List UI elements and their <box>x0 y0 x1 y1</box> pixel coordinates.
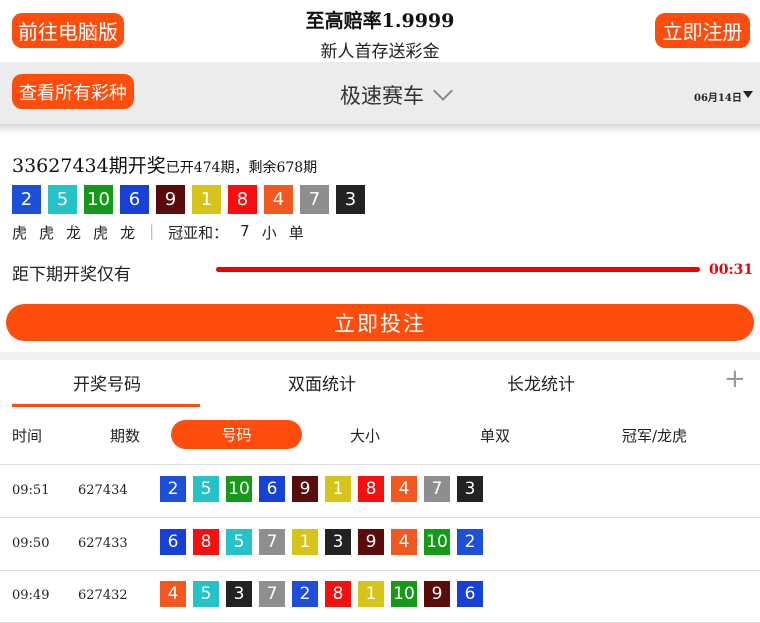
number-ball: 5 <box>226 529 252 555</box>
game-nav-bar: 查看所有彩种 极速赛车 06月14日 <box>0 62 760 125</box>
number-ball: 8 <box>325 581 351 607</box>
number-ball: 2 <box>292 581 318 607</box>
number-ball: 3 <box>325 529 351 555</box>
divider-shadow <box>0 124 760 134</box>
longhu-row: 虎 虎 龙 虎 龙 | 冠亚和： 7 小 单 <box>12 222 304 243</box>
table-row: 09:49 627432 4 5 3 7 2 8 1 10 9 6 <box>0 570 760 623</box>
current-numbers: 2 5 10 6 9 1 8 4 7 3 <box>12 185 365 214</box>
countdown-progress <box>216 267 700 272</box>
filter-parity[interactable]: 单双 <box>480 425 510 446</box>
number-ball: 5 <box>193 476 219 502</box>
slogan-odds: 至高赔率1.9999 <box>305 10 455 32</box>
number-ball: 7 <box>259 529 285 555</box>
number-ball: 8 <box>358 476 384 502</box>
row-issue: 627433 <box>78 536 128 551</box>
number-ball: 8 <box>193 529 219 555</box>
number-ball: 3 <box>336 185 365 214</box>
plus-icon[interactable]: + <box>724 364 746 394</box>
longhu-1: 虎 <box>12 224 28 242</box>
issue-sub: 已开474期，剩余678期 <box>165 160 318 176</box>
number-ball: 7 <box>259 581 285 607</box>
chevron-down-icon[interactable] <box>433 81 453 101</box>
row-issue: 627434 <box>78 483 128 498</box>
number-ball: 1 <box>192 185 221 214</box>
guanya-parity: 单 <box>288 224 304 242</box>
number-ball: 6 <box>160 529 186 555</box>
row-numbers: 4 5 3 7 2 8 1 10 9 6 <box>160 581 483 607</box>
pc-version-button[interactable]: 前往电脑版 <box>12 13 124 48</box>
number-ball: 3 <box>226 581 252 607</box>
tab-double-stats[interactable]: 双面统计 <box>288 370 356 395</box>
number-ball: 2 <box>457 529 483 555</box>
filter-size[interactable]: 大小 <box>350 425 380 446</box>
number-ball: 4 <box>160 581 186 607</box>
guanya-sum: 7 <box>240 222 250 240</box>
slogan-bonus: 新人首存送彩金 <box>320 42 440 62</box>
caret-down-icon[interactable] <box>743 91 753 98</box>
table-row: 09:50 627433 6 8 5 7 1 3 9 4 10 2 <box>0 518 760 571</box>
tab-long-dragon[interactable]: 长龙统计 <box>507 370 575 395</box>
bet-now-button[interactable]: 立即投注 <box>6 304 754 341</box>
all-lottery-button[interactable]: 查看所有彩种 <box>12 74 134 109</box>
number-ball: 10 <box>226 476 252 502</box>
number-ball: 1 <box>292 529 318 555</box>
issue-title: 33627434期开奖 <box>12 155 166 177</box>
row-time: 09:50 <box>12 536 50 551</box>
number-ball: 1 <box>325 476 351 502</box>
number-ball: 4 <box>264 185 293 214</box>
countdown-timer: 00:31 <box>709 262 754 278</box>
number-ball: 2 <box>12 185 41 214</box>
number-ball: 6 <box>120 185 149 214</box>
countdown-label: 距下期开奖仅有 <box>12 265 131 285</box>
header-issue: 期数 <box>110 427 141 445</box>
slogan: 至高赔率1.9999 新人首存送彩金 <box>230 6 530 62</box>
number-ball: 3 <box>457 476 483 502</box>
number-ball: 4 <box>391 476 417 502</box>
draw-issue: 33627434期开奖已开474期，剩余678期 <box>12 151 317 178</box>
longhu-2: 虎 <box>39 224 55 242</box>
number-ball: 5 <box>48 185 77 214</box>
tab-draw-numbers[interactable]: 开奖号码 <box>73 370 141 395</box>
row-time: 09:51 <box>12 483 50 498</box>
number-ball: 6 <box>259 476 285 502</box>
row-numbers: 6 8 5 7 1 3 9 4 10 2 <box>160 529 483 555</box>
guanya-size: 小 <box>261 224 277 242</box>
number-ball: 7 <box>424 476 450 502</box>
number-ball: 10 <box>391 581 417 607</box>
table-row: 09:51 627434 2 5 10 6 9 1 8 4 7 3 <box>0 465 760 518</box>
number-ball: 4 <box>391 529 417 555</box>
number-ball: 7 <box>300 185 329 214</box>
filter-number[interactable]: 号码 <box>171 420 302 449</box>
number-ball: 5 <box>193 581 219 607</box>
number-ball: 10 <box>424 529 450 555</box>
date-selector[interactable]: 06月14日 <box>694 89 742 104</box>
number-ball: 2 <box>160 476 186 502</box>
number-ball: 9 <box>424 581 450 607</box>
separator: | <box>149 222 155 240</box>
number-ball: 6 <box>457 581 483 607</box>
filter-champion-longhu[interactable]: 冠军/龙虎 <box>622 425 687 446</box>
register-button[interactable]: 立即注册 <box>655 13 750 48</box>
row-issue: 627432 <box>78 588 128 603</box>
header-time: 时间 <box>12 427 43 445</box>
longhu-3: 龙 <box>66 224 82 242</box>
number-ball: 9 <box>292 476 318 502</box>
game-title[interactable]: 极速赛车 <box>340 80 424 110</box>
number-ball: 9 <box>156 185 185 214</box>
number-ball: 8 <box>228 185 257 214</box>
row-time: 09:49 <box>12 588 50 603</box>
number-ball: 9 <box>358 529 384 555</box>
number-ball: 1 <box>358 581 384 607</box>
number-ball: 10 <box>84 185 113 214</box>
guanya-label: 冠亚和： <box>168 224 229 242</box>
active-tab-underline <box>12 404 200 407</box>
longhu-4: 虎 <box>93 224 109 242</box>
longhu-5: 龙 <box>120 224 136 242</box>
top-bar: 前往电脑版 至高赔率1.9999 新人首存送彩金 立即注册 <box>0 0 760 62</box>
row-numbers: 2 5 10 6 9 1 8 4 7 3 <box>160 476 483 502</box>
